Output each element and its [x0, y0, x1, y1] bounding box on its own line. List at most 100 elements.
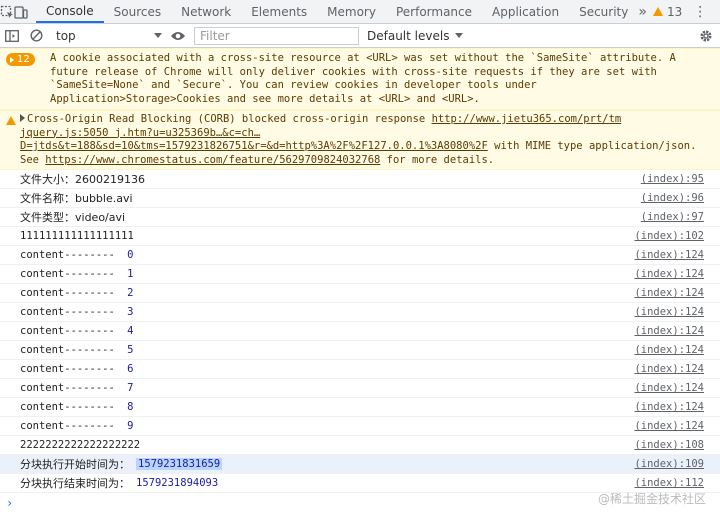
tab-console[interactable]: Console	[36, 0, 104, 23]
log-row[interactable]: content-------- 1 (index):124	[0, 265, 720, 284]
chromestatus-link[interactable]: https://www.chromestatus.com/feature/562…	[45, 154, 380, 166]
log-text: 111111111111111111	[20, 230, 134, 242]
log-number: 3	[127, 306, 134, 318]
log-number: 1579231831659	[136, 458, 223, 470]
log-row[interactable]: content-------- 0 (index):124	[0, 246, 720, 265]
log-text: 文件名称：bubble.avi	[20, 192, 133, 205]
console-toolbar: top Filter Default levels	[0, 24, 720, 48]
log-text: content--------	[20, 344, 122, 356]
log-text: content--------	[20, 249, 122, 261]
chevron-down-icon	[455, 33, 464, 38]
log-text: content--------	[20, 268, 122, 280]
log-text: content--------	[20, 382, 122, 394]
log-text: 文件大小：2600219136	[20, 173, 145, 186]
tab-application[interactable]: Application	[482, 0, 569, 23]
log-text: content--------	[20, 287, 122, 299]
device-toolbar-icon[interactable]	[14, 0, 28, 23]
source-link[interactable]: (index):102	[634, 230, 704, 242]
log-row[interactable]: content-------- 3 (index):124	[0, 303, 720, 322]
log-row[interactable]: content-------- 4 (index):124	[0, 322, 720, 341]
log-number: 1	[127, 268, 134, 280]
prompt-chevron-icon: ›	[6, 496, 14, 510]
cookie-warning-message[interactable]: 12 A cookie associated with a cross-site…	[0, 48, 720, 110]
log-row[interactable]: 文件大小：2600219136 (index):95	[0, 170, 720, 189]
repeat-count-badge: 12	[6, 53, 35, 66]
expand-arrow-icon[interactable]	[20, 114, 25, 122]
source-link[interactable]: (index):108	[634, 439, 704, 451]
source-link[interactable]: (index):124	[634, 363, 704, 375]
source-link[interactable]: (index):124	[634, 268, 704, 280]
warning-prefix: Cross-Origin Read Blocking (CORB) blocke…	[27, 113, 432, 125]
warning-suffix: for more details.	[380, 153, 495, 166]
source-link[interactable]: (index):112	[634, 477, 704, 489]
log-row[interactable]: content-------- 8 (index):124	[0, 398, 720, 417]
source-link[interactable]: (index):124	[634, 287, 704, 299]
source-link[interactable]: (index):124	[634, 325, 704, 337]
chevron-down-icon	[154, 33, 162, 38]
kebab-menu-icon[interactable]: ⋮	[688, 0, 712, 23]
log-number: 4	[127, 325, 134, 337]
tab-security[interactable]: Security	[569, 0, 638, 23]
log-row[interactable]: 分块执行开始时间为： 1579231831659 (index):109	[0, 455, 720, 474]
source-link[interactable]: (index):95	[641, 173, 704, 185]
warning-count: 13	[666, 4, 683, 19]
source-link[interactable]: (index):124	[634, 306, 704, 318]
log-row[interactable]: content-------- 2 (index):124	[0, 284, 720, 303]
log-row[interactable]: 111111111111111111 (index):102	[0, 227, 720, 246]
console-messages: 12 A cookie associated with a cross-site…	[0, 48, 720, 513]
log-number: 9	[127, 420, 134, 432]
source-link[interactable]: (index):124	[634, 420, 704, 432]
log-number: 5	[127, 344, 134, 356]
source-link[interactable]: (index):124	[634, 249, 704, 261]
tab-network[interactable]: Network	[171, 0, 241, 23]
log-row[interactable]: content-------- 6 (index):124	[0, 360, 720, 379]
corb-warning-message[interactable]: Cross-Origin Read Blocking (CORB) blocke…	[0, 110, 720, 170]
log-row[interactable]: content-------- 7 (index):124	[0, 379, 720, 398]
expand-arrow-icon	[10, 56, 14, 63]
tab-memory[interactable]: Memory	[317, 0, 386, 23]
log-number: 8	[127, 401, 134, 413]
source-link[interactable]: (index):109	[634, 458, 704, 470]
more-tabs-icon[interactable]: »	[638, 0, 647, 23]
log-text: content--------	[20, 420, 122, 432]
log-text: 文件类型：video/avi	[20, 211, 126, 224]
warning-counter[interactable]: 13	[647, 0, 688, 23]
log-row[interactable]: 文件名称：bubble.avi (index):96	[0, 189, 720, 208]
log-number: 1579231894093	[136, 477, 219, 489]
show-sidebar-icon[interactable]	[0, 24, 24, 48]
log-text: 分块执行结束时间为：	[20, 477, 130, 490]
clear-console-icon[interactable]	[24, 24, 48, 48]
source-link[interactable]: (index):124	[634, 344, 704, 356]
source-link[interactable]: (index):96	[641, 192, 704, 204]
log-text: content--------	[20, 363, 122, 375]
live-expression-eye-icon[interactable]	[166, 24, 190, 48]
log-number: 6	[127, 363, 134, 375]
inspect-element-icon[interactable]	[0, 0, 14, 23]
log-list: 文件大小：2600219136 (index):95 文件名称：bubble.avi…	[0, 170, 720, 493]
watermark: @稀土掘金技术社区	[597, 492, 706, 506]
log-levels-label: Default levels	[367, 28, 450, 43]
log-text: content--------	[20, 401, 122, 413]
context-selector[interactable]: top	[48, 26, 166, 46]
filter-input[interactable]: Filter	[194, 26, 359, 45]
log-levels-dropdown[interactable]: Default levels	[361, 29, 469, 43]
log-text: 2222222222222222222	[20, 439, 141, 451]
settings-gear-icon[interactable]	[694, 24, 718, 48]
repeat-count: 12	[17, 54, 30, 65]
close-icon[interactable]: ✕	[712, 0, 720, 23]
log-row[interactable]: 文件类型：video/avi (index):97	[0, 208, 720, 227]
log-row[interactable]: 2222222222222222222 (index):108	[0, 436, 720, 455]
tab-performance[interactable]: Performance	[386, 0, 482, 23]
tab-elements[interactable]: Elements	[241, 0, 317, 23]
source-link[interactable]: (index):124	[634, 401, 704, 413]
log-number: 0	[127, 249, 134, 261]
warning-text: A cookie associated with a cross-site re…	[50, 52, 676, 105]
tab-sources[interactable]: Sources	[104, 0, 171, 23]
log-number: 2	[127, 287, 134, 299]
devtools-tabbar: Console Sources Network Elements Memory …	[0, 0, 720, 24]
source-link[interactable]: (index):124	[634, 382, 704, 394]
log-row[interactable]: content-------- 5 (index):124	[0, 341, 720, 360]
source-link[interactable]: (index):97	[641, 211, 704, 223]
log-text: 分块执行开始时间为：	[20, 458, 130, 471]
log-row[interactable]: content-------- 9 (index):124	[0, 417, 720, 436]
